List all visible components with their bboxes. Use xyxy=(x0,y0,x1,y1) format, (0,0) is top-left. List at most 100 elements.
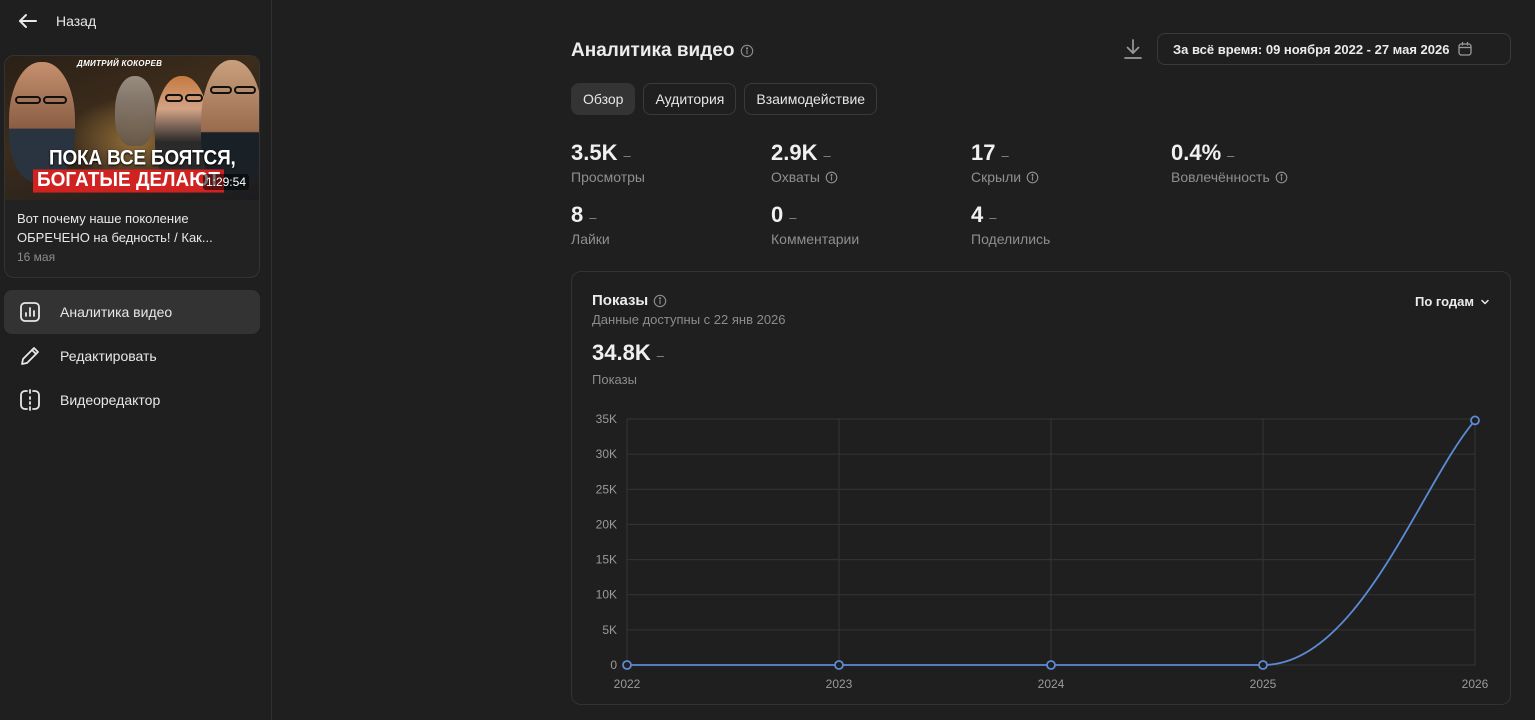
metric-value: 0.4% – xyxy=(1171,140,1361,166)
sidebar-item-edit[interactable]: Редактировать xyxy=(4,334,260,378)
metric-value: 8– xyxy=(571,202,761,228)
y-tick-label: 35K xyxy=(596,412,617,426)
sidebar-item-label: Видеоредактор xyxy=(60,392,161,408)
pencil-icon xyxy=(21,347,39,365)
back-button[interactable]: Назад xyxy=(16,8,96,34)
metric-label: Просмотры xyxy=(571,169,761,185)
sidebar-item-analytics[interactable]: Аналитика видео xyxy=(4,290,260,334)
y-tick-label: 30K xyxy=(596,447,617,461)
metric-dash: – xyxy=(1001,148,1009,163)
analytics-icon xyxy=(20,302,40,322)
metric-label-text: Поделились xyxy=(971,231,1051,247)
period-dropdown[interactable]: По годам xyxy=(1415,294,1490,309)
tab-overview[interactable]: Обзор xyxy=(571,83,636,115)
download-icon[interactable] xyxy=(1123,38,1143,60)
metric-dash: – xyxy=(1227,148,1235,163)
metric-label: Лайки xyxy=(571,231,761,247)
metric-number: 0.4% xyxy=(1171,140,1222,165)
thumbnail-glasses xyxy=(210,86,232,94)
y-tick-label: 0 xyxy=(610,658,617,672)
page-title: Аналитика видео xyxy=(571,40,754,62)
metric-number: 4 xyxy=(971,202,984,227)
metric-value: 2.9K – xyxy=(771,140,961,166)
metric-label: Поделились xyxy=(971,231,1161,247)
impressions-chart-card: Показы Данные доступны с 22 янв 2026 По … xyxy=(571,271,1511,705)
y-tick-label: 5K xyxy=(602,623,617,637)
page-title-text: Аналитика видео xyxy=(571,40,735,61)
metric-likes: 8– Лайки xyxy=(571,202,761,247)
sidebar-item-label: Аналитика видео xyxy=(60,304,173,320)
thumbnail-glasses xyxy=(185,94,203,102)
metric-dash: – xyxy=(656,348,664,363)
chart-total: 34.8K – xyxy=(592,340,664,366)
thumbnail-headline: ПОКА ВСЕ БОЯТСЯ, xyxy=(49,146,236,170)
info-icon[interactable] xyxy=(825,171,838,184)
sidebar: Назад ДМИТРИЙ КОКОРЕВ ПОКА ВСЕ БОЯТСЯ, Б… xyxy=(0,0,272,720)
thumbnail-glasses xyxy=(234,86,256,94)
video-duration: 1:29:54 xyxy=(202,174,249,190)
video-editor-icon xyxy=(20,389,40,411)
metric-value: 17– xyxy=(971,140,1161,166)
data-point xyxy=(834,660,844,670)
sidebar-nav: Аналитика видео Редактировать Видеоредак… xyxy=(4,290,260,422)
info-icon[interactable] xyxy=(740,44,754,58)
metric-dash: – xyxy=(989,210,997,225)
chevron-down-icon xyxy=(1481,299,1489,304)
thumbnail-glasses xyxy=(43,96,67,104)
back-label: Назад xyxy=(56,13,97,29)
data-point xyxy=(1046,660,1056,670)
metric-dash: – xyxy=(623,148,631,163)
x-tick-label: 2022 xyxy=(614,677,641,691)
impressions-line-chart: 0 5K 10K 15K 20K 25K 30K 35K 2022 2023 2024 2025 202… xyxy=(596,412,1489,691)
arrow-left-icon xyxy=(19,14,37,28)
date-range-text: За всё время: 09 ноября 2022 - 27 мая 20… xyxy=(1173,41,1450,57)
metric-label-text: Комментарии xyxy=(771,231,860,247)
thumbnail-headline-highlight: БОГАТЫЕ ДЕЛАЮТ xyxy=(33,169,224,193)
chart-title: Показы xyxy=(592,292,667,309)
metric-label-text: Охваты xyxy=(771,169,820,185)
data-point xyxy=(1470,415,1480,426)
main-content: Аналитика видео За всё время: 09 ноября … xyxy=(571,0,1511,720)
info-icon[interactable] xyxy=(1275,171,1288,184)
video-card[interactable]: ДМИТРИЙ КОКОРЕВ ПОКА ВСЕ БОЯТСЯ, БОГАТЫЕ… xyxy=(4,55,260,278)
metric-label: Вовлечённость xyxy=(1171,169,1361,185)
y-tick-label: 25K xyxy=(596,482,617,496)
metric-label: Охваты xyxy=(771,169,961,185)
metric-dash: – xyxy=(789,210,797,225)
tab-audience[interactable]: Аудитория xyxy=(643,83,737,115)
calendar-icon xyxy=(1458,41,1473,56)
metric-dash: – xyxy=(823,148,831,163)
metric-label-text: Скрыли xyxy=(971,169,1022,185)
tab-engagement[interactable]: Взаимодействие xyxy=(744,83,878,115)
chart-title-text: Показы xyxy=(592,292,649,309)
metric-number: 2.9K xyxy=(771,140,818,165)
sidebar-item-label: Редактировать xyxy=(60,348,157,364)
metric-value: 0– xyxy=(771,202,961,228)
x-tick-label: 2026 xyxy=(1462,677,1489,691)
metric-number: 0 xyxy=(771,202,784,227)
metric-number: 17 xyxy=(971,140,996,165)
metric-label-text: Просмотры xyxy=(571,169,645,185)
data-point xyxy=(1258,660,1268,670)
metrics-grid: 3.5K – Просмотры 2.9K – Охваты 17– Скрыли … xyxy=(571,140,1371,260)
metric-shares: 4– Поделились xyxy=(971,202,1161,247)
date-range-picker[interactable]: За всё время: 09 ноября 2022 - 27 мая 20… xyxy=(1157,33,1511,65)
video-thumbnail[interactable]: ДМИТРИЙ КОКОРЕВ ПОКА ВСЕ БОЯТСЯ, БОГАТЫЕ… xyxy=(5,56,259,200)
metric-reach: 2.9K – Охваты xyxy=(771,140,961,185)
metric-value: 4– xyxy=(971,202,1161,228)
thumbnail-author: ДМИТРИЙ КОКОРЕВ xyxy=(77,59,163,68)
thumbnail-glasses xyxy=(165,94,183,102)
info-icon[interactable] xyxy=(1026,171,1039,184)
metric-label-text: Вовлечённость xyxy=(1171,169,1270,185)
tabs: Обзор Аудитория Взаимодействие xyxy=(571,83,878,115)
app-root: Назад ДМИТРИЙ КОКОРЕВ ПОКА ВСЕ БОЯТСЯ, Б… xyxy=(0,0,1535,720)
metric-value: 3.5K – xyxy=(571,140,761,166)
metric-dash: – xyxy=(589,210,597,225)
metric-label: Комментарии xyxy=(771,231,961,247)
sidebar-item-video-editor[interactable]: Видеоредактор xyxy=(4,378,260,422)
metric-hidden: 17– Скрыли xyxy=(971,140,1161,185)
metric-views: 3.5K – Просмотры xyxy=(571,140,761,185)
info-icon[interactable] xyxy=(653,294,667,308)
video-title[interactable]: Вот почему наше поколение ОБРЕЧЕНО на бе… xyxy=(17,209,249,247)
metric-engagement: 0.4% – Вовлечённость xyxy=(1171,140,1361,185)
